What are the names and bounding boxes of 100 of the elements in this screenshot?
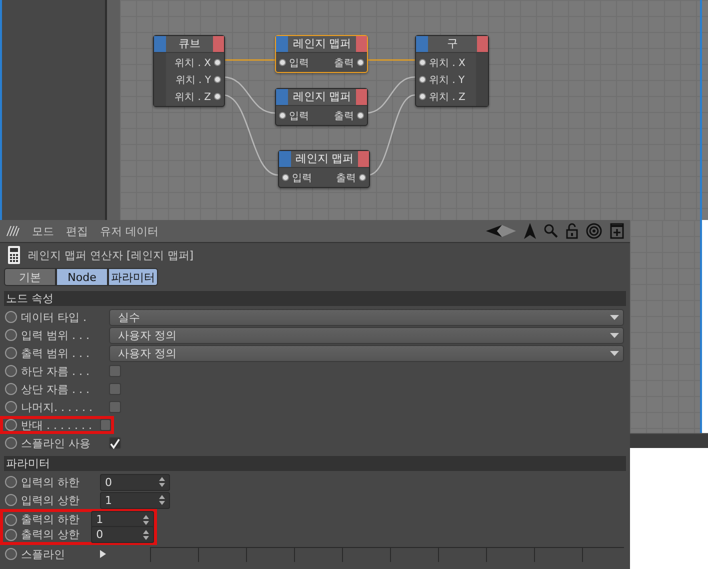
port-icon[interactable] xyxy=(359,174,366,181)
spinner-icon[interactable] xyxy=(159,495,165,505)
menu-item[interactable]: 유저 데이터 xyxy=(100,224,158,238)
number-field[interactable]: 1 xyxy=(100,492,170,508)
port-icon[interactable] xyxy=(282,174,289,181)
field-label: 출력의 상한 xyxy=(21,527,80,542)
keyframe-icon[interactable] xyxy=(5,365,17,377)
field-label: 반대 . . . . . . . xyxy=(21,418,93,432)
back-arrow-icon[interactable] xyxy=(486,224,516,238)
field-label: 데이터 타입 . xyxy=(21,310,88,324)
node-title: 레인지 맵퍼 xyxy=(292,36,352,52)
dropdown[interactable]: 실수 xyxy=(109,308,624,326)
new-panel-icon[interactable] xyxy=(610,223,624,239)
keyframe-icon[interactable] xyxy=(5,419,17,431)
field-label: 하단 자름 . . . xyxy=(21,364,90,378)
port-tab-icon xyxy=(279,151,291,167)
field-label: 입력 범위 . . . xyxy=(21,328,90,342)
up-arrow-icon[interactable] xyxy=(524,223,536,239)
node-title: 레인지 맵퍼 xyxy=(292,89,352,105)
dropdown[interactable]: 사용자 정의 xyxy=(109,326,624,344)
port-label: 입력 xyxy=(292,172,312,184)
field-label: 스플라인 xyxy=(21,546,66,562)
search-icon[interactable] xyxy=(544,224,558,238)
section-header: 노드 속성 xyxy=(4,291,626,306)
port-label: 위치 . Y xyxy=(175,74,211,86)
port-label: 입력 xyxy=(289,56,309,70)
number-field[interactable]: 0 xyxy=(91,526,154,543)
keyframe-icon[interactable] xyxy=(5,476,17,488)
port-tab-icon xyxy=(477,36,488,52)
checkbox[interactable] xyxy=(100,419,111,431)
caret-icon xyxy=(610,332,619,338)
port-icon[interactable] xyxy=(419,93,426,100)
keyframe-icon[interactable] xyxy=(5,494,17,506)
tab[interactable]: Node xyxy=(56,268,108,286)
menu-item[interactable]: 편집 xyxy=(66,224,88,238)
checkbox[interactable] xyxy=(109,401,121,413)
keyframe-icon[interactable] xyxy=(5,401,17,413)
field-label: 입력의 하한 xyxy=(21,474,80,490)
port-icon[interactable] xyxy=(279,112,286,119)
keyframe-icon[interactable] xyxy=(5,528,17,540)
port-tab-icon xyxy=(154,36,166,52)
wire xyxy=(223,59,275,61)
keyframe-icon[interactable] xyxy=(5,548,17,560)
menu-item[interactable]: 모드 xyxy=(32,224,54,238)
wire xyxy=(366,59,415,61)
dropdown[interactable]: 사용자 정의 xyxy=(109,344,624,362)
keyframe-icon[interactable] xyxy=(5,347,17,359)
target-icon[interactable] xyxy=(586,223,602,239)
field-label: 출력 범위 . . . xyxy=(21,346,90,360)
port-icon[interactable] xyxy=(279,59,286,66)
checkbox[interactable] xyxy=(109,437,121,449)
field-label: 상단 자름 . . . xyxy=(21,382,90,396)
port-icon[interactable] xyxy=(419,59,426,66)
port-tab-icon xyxy=(358,151,369,167)
tab[interactable]: 기본 xyxy=(4,268,56,286)
expand-icon[interactable] xyxy=(100,550,106,558)
spinner-icon[interactable] xyxy=(143,530,149,540)
spinner-icon[interactable] xyxy=(159,477,165,487)
field-label: 입력의 상한 xyxy=(21,492,80,508)
keyframe-icon[interactable] xyxy=(5,311,17,323)
port-label: 출력 xyxy=(334,56,354,70)
keyframe-icon[interactable] xyxy=(5,437,17,449)
port-label: 출력 xyxy=(336,172,356,184)
field-label: 나머지. . . . . . xyxy=(21,400,94,414)
node-card[interactable]: 구 위치 . X 위치 . Y 위치 . Z xyxy=(415,35,489,107)
port-tab-icon xyxy=(213,36,224,52)
port-icon[interactable] xyxy=(357,59,364,66)
checkbox[interactable] xyxy=(109,365,121,377)
spinner-icon[interactable] xyxy=(143,514,149,524)
grip-icon xyxy=(6,225,20,237)
field-label: 스플라인 사용 xyxy=(21,436,92,450)
port-label: 위치 . X xyxy=(174,56,211,70)
calculator-icon xyxy=(8,246,20,264)
unlock-icon[interactable] xyxy=(566,223,578,239)
port-icon[interactable] xyxy=(214,93,221,100)
node-card[interactable]: 레인지 맵퍼 입력 출력 xyxy=(275,35,368,73)
checkbox[interactable] xyxy=(109,383,121,395)
port-label: 입력 xyxy=(289,110,309,122)
port-icon[interactable] xyxy=(214,59,221,66)
caret-icon xyxy=(610,314,619,320)
keyframe-icon[interactable] xyxy=(5,514,17,526)
field-label: 출력의 하한 xyxy=(21,512,80,527)
node-title: 레인지 맵퍼 xyxy=(294,151,355,167)
tab[interactable]: 파라미터 xyxy=(108,268,158,286)
keyframe-icon[interactable] xyxy=(5,329,17,341)
port-icon[interactable] xyxy=(214,76,221,83)
node-card[interactable]: 레인지 맵퍼 입력 출력 xyxy=(275,88,368,126)
number-field[interactable]: 0 xyxy=(100,474,170,490)
node-title: 구 xyxy=(446,36,459,52)
node-card[interactable]: 큐브 위치 . X 위치 . Y 위치 . Z xyxy=(153,35,225,107)
keyframe-icon[interactable] xyxy=(5,383,17,395)
node-card[interactable]: 레인지 맵퍼 입력 출력 xyxy=(278,150,370,188)
section-header: 파라미터 xyxy=(4,456,626,471)
port-icon[interactable] xyxy=(357,112,364,119)
object-title: 레인지 맵퍼 연산자 [레인지 맵퍼] xyxy=(28,248,194,262)
port-icon[interactable] xyxy=(419,76,426,83)
port-tab-icon xyxy=(356,89,367,105)
port-label: 위치 . Z xyxy=(174,90,211,104)
node-title: 큐브 xyxy=(178,36,202,52)
port-tab-icon xyxy=(356,36,367,52)
